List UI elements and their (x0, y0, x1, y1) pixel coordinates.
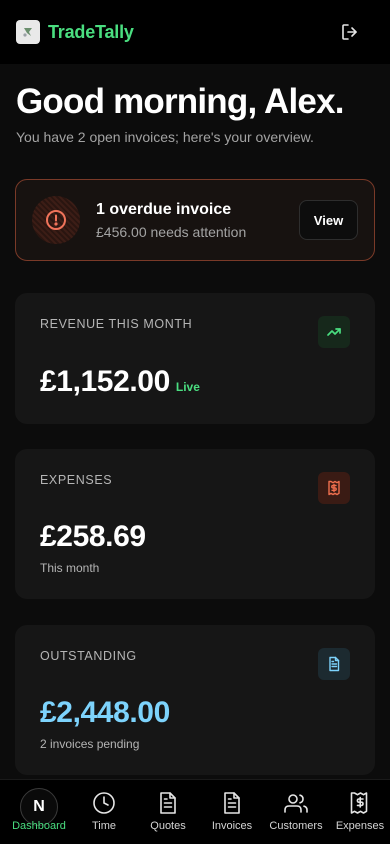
page-title: Good morning, Alex. (16, 82, 344, 121)
nav-label-quotes: Quotes (150, 820, 186, 832)
nav-time[interactable]: Time (78, 780, 130, 844)
bottom-navigation: N Dashboard Time Quotes Invoices Custome… (0, 779, 390, 844)
trending-up-icon (318, 316, 350, 348)
dashboard-glyph: N (33, 798, 45, 815)
expenses-value: £258.69 (40, 520, 146, 553)
revenue-card[interactable]: REVENUE THIS MONTH £1,152.00 Live (15, 293, 375, 424)
page-subtitle: You have 2 open invoices; here's your ov… (16, 129, 314, 145)
alert-subtitle: £456.00 needs attention (96, 224, 247, 240)
invoices-document-icon (219, 790, 245, 816)
live-badge: Live (175, 380, 200, 394)
outstanding-value: £2,448.00 (40, 696, 170, 729)
top-bar: TradeTally (0, 0, 390, 64)
revenue-amount: £1,152.00 (40, 365, 170, 398)
users-icon (283, 790, 309, 816)
alert-icon (32, 196, 80, 244)
alert-title: 1 overdue invoice (96, 201, 232, 218)
expenses-note: This month (40, 561, 100, 575)
app-logo (16, 20, 40, 44)
view-overdue-button[interactable]: View (299, 200, 358, 240)
expenses-receipt-icon (347, 790, 373, 816)
nav-label-expenses: Expenses (335, 820, 385, 832)
nav-label-invoices: Invoices (211, 820, 253, 832)
document-icon (318, 648, 350, 680)
logout-icon[interactable] (340, 22, 360, 42)
nav-label-time: Time (91, 820, 117, 832)
nav-invoices[interactable]: Invoices (204, 780, 260, 844)
revenue-value: £1,152.00 Live (40, 365, 200, 399)
overdue-alert: 1 overdue invoice £456.00 needs attentio… (15, 179, 375, 261)
outstanding-card[interactable]: OUTSTANDING £2,448.00 2 invoices pending (15, 625, 375, 775)
nav-expenses[interactable]: Expenses (332, 780, 388, 844)
outstanding-label: OUTSTANDING (40, 649, 137, 663)
nav-label-customers: Customers (269, 820, 323, 832)
nav-customers[interactable]: Customers (266, 780, 326, 844)
app-brand-name: TradeTally (48, 21, 134, 42)
quotes-document-icon (155, 790, 181, 816)
clock-icon (91, 790, 117, 816)
nav-label-dashboard: Dashboard (12, 820, 66, 832)
expenses-label: EXPENSES (40, 473, 113, 487)
receipt-icon (318, 472, 350, 504)
revenue-label: REVENUE THIS MONTH (40, 317, 193, 331)
nav-dashboard[interactable]: N Dashboard (0, 780, 78, 844)
outstanding-note: 2 invoices pending (40, 737, 140, 751)
nav-quotes[interactable]: Quotes (140, 780, 196, 844)
expenses-card[interactable]: EXPENSES £258.69 This month (15, 449, 375, 599)
